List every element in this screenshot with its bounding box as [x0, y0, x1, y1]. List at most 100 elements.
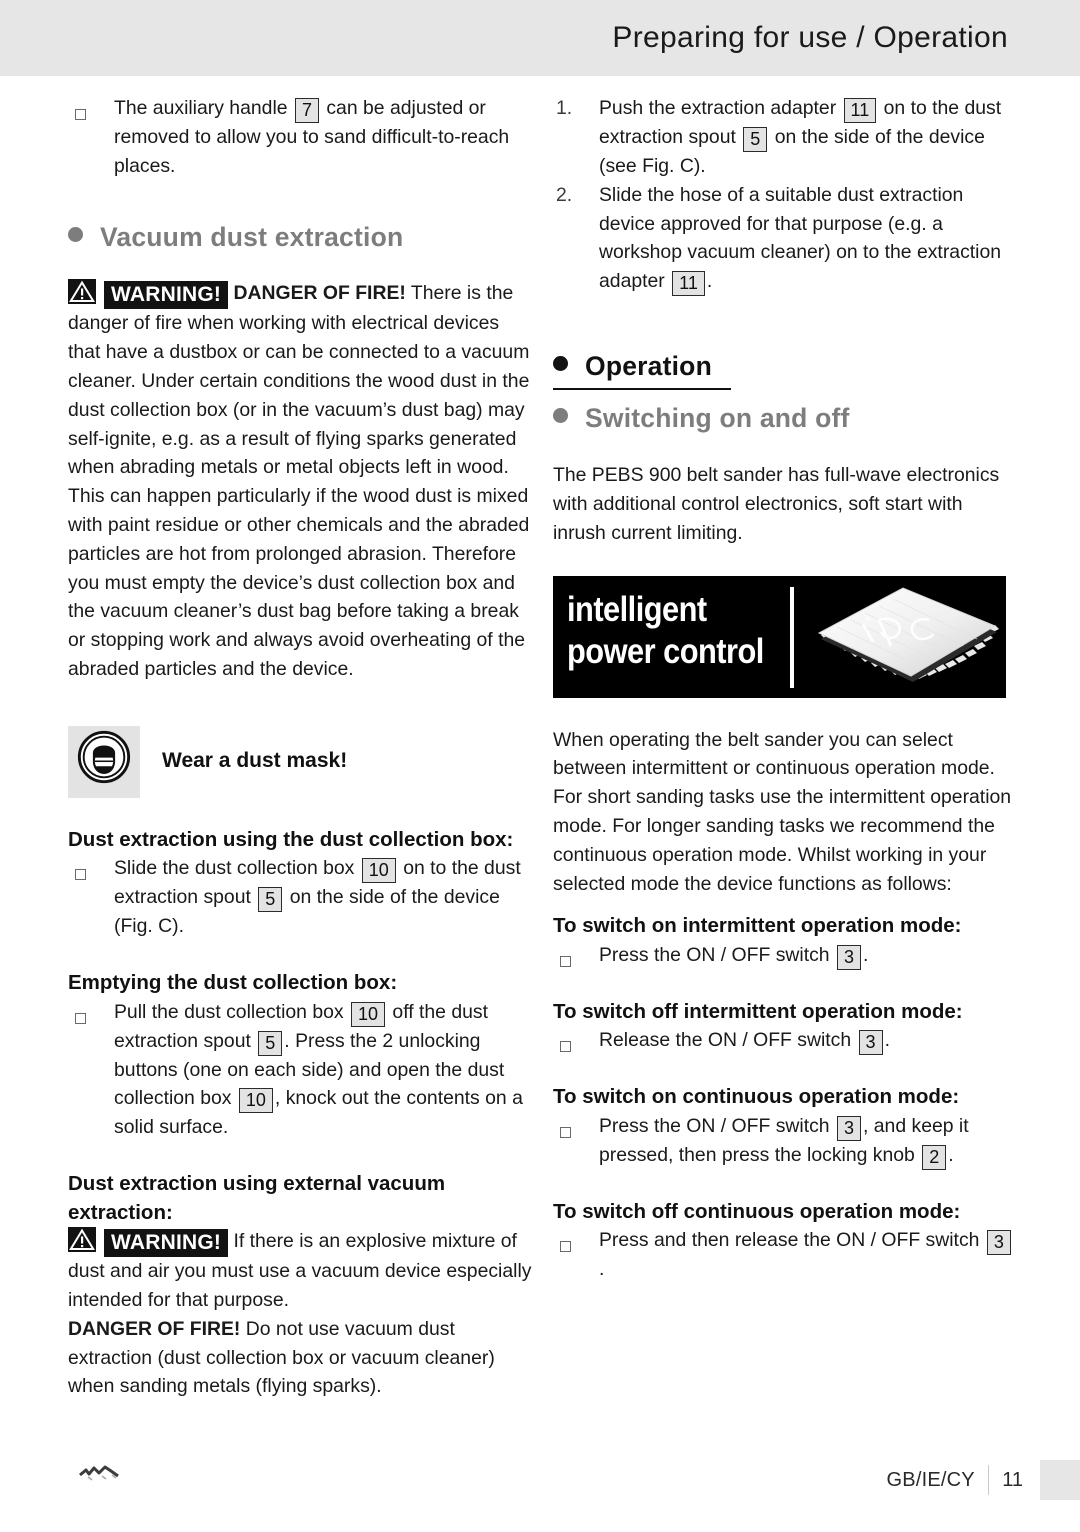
square-bullet-icon	[75, 869, 86, 881]
off-continuous-text-2: .	[599, 1258, 605, 1281]
intelligent-power-control-logo: intelligent power control	[553, 575, 1006, 698]
left-column: The auxiliary handle 7 can be adjusted o…	[68, 94, 533, 1401]
heading-on-continuous: To switch on continuous operation mode:	[553, 1085, 960, 1109]
dust-mask-icon-tile	[68, 725, 140, 798]
square-bullet-marker	[553, 1112, 599, 1141]
ref-box: 3	[858, 1030, 883, 1056]
off-intermittent-text-1: Release the ON / OFF switch	[599, 1029, 852, 1052]
square-bullet-marker	[68, 94, 114, 123]
intro-paragraph: The PEBS 900 belt sander has full-wave e…	[553, 464, 1000, 544]
step1-text-1: Push the extraction adapter	[599, 97, 837, 119]
warning-fire-paragraph: WARNING! DANGER OF FIRE! There is the da…	[68, 279, 533, 683]
square-bullet-marker	[68, 854, 114, 883]
list-item-text: Slide the hose of a suitable dust extrac…	[599, 181, 1018, 297]
footer-right-group: GB/IE/CY 11	[886, 1460, 1080, 1500]
mode-paragraph: When operating the belt sander you can s…	[553, 728, 1012, 895]
ref-box: 10	[238, 1088, 273, 1114]
ref-box: 10	[361, 858, 396, 884]
off-intermittent-text-2: .	[884, 1029, 890, 1052]
list-item: 2. Slide the hose of a suitable dust ext…	[553, 181, 1018, 297]
step2-text-1: Slide the hose of a suitable dust extrac…	[599, 183, 1002, 293]
warning-explosive-paragraph: WARNING! If there is an explosive mixtur…	[68, 1227, 533, 1315]
ref-box: 10	[350, 1001, 386, 1027]
logo-line-2: power control	[567, 631, 764, 671]
square-bullet-marker	[553, 1026, 599, 1055]
ref-box: 3	[836, 944, 861, 970]
on-continuous-text-1: Press the ON / OFF switch	[599, 1114, 830, 1137]
heading-label: Vacuum dust extraction	[100, 221, 404, 252]
on-intermittent-text-2: .	[862, 943, 869, 966]
heading-operation: Operation	[553, 352, 1018, 381]
list-item: The auxiliary handle 7 can be adjusted o…	[68, 94, 533, 181]
dust-mask-label: Wear a dust mask!	[162, 749, 348, 773]
list-item: Press the ON / OFF switch 3.	[553, 941, 1018, 970]
aux-handle-text-1: The auxiliary handle	[114, 97, 288, 119]
list-item-text: Pull the dust collection box 10 off the …	[114, 998, 533, 1143]
list-item-text: Slide the dust collection box 10 on to t…	[114, 854, 533, 941]
square-bullet-icon	[560, 1126, 571, 1138]
square-bullet-icon	[560, 1241, 571, 1253]
ref-box: 2	[922, 1144, 947, 1170]
square-bullet-icon	[560, 1041, 571, 1053]
heading-off-intermittent: To switch off intermittent operation mod…	[553, 999, 963, 1023]
list-item-text: Press and then release the ON / OFF swit…	[599, 1226, 1018, 1284]
on-intermittent-text-1: Press the ON / OFF switch	[599, 943, 830, 966]
bullet-dot-icon	[553, 356, 568, 372]
heading-vacuum-dust-extraction: Vacuum dust extraction	[68, 221, 533, 252]
ref-box: 5	[258, 887, 283, 913]
heading-emptying-box: Emptying the dust collection box:	[68, 971, 398, 995]
list-item: 1. Push the extraction adapter 11 on to …	[553, 94, 1018, 181]
heading-dust-collection-box: Dust extraction using the dust collectio…	[68, 827, 514, 851]
page-body: The auxiliary handle 7 can be adjusted o…	[0, 76, 1080, 1532]
ref-box: 5	[258, 1030, 283, 1056]
dust-mask-pictogram-icon	[75, 728, 133, 795]
heading-external-vacuum: Dust extraction using external vacuum ex…	[68, 1172, 446, 1224]
page-title: Preparing for use / Operation	[612, 21, 1008, 54]
ref-box: 7	[294, 98, 319, 123]
pull-box-text-1: Pull the dust collection box	[114, 1000, 344, 1023]
bullet-dot-icon	[553, 408, 568, 424]
list-item: Slide the dust collection box 10 on to t…	[68, 854, 533, 941]
off-continuous-text-1: Press and then release the ON / OFF swit…	[599, 1229, 980, 1252]
step-marker: 2.	[556, 183, 573, 206]
warning-tag: WARNING!	[104, 1229, 229, 1258]
danger-of-fire-lead: DANGER OF FIRE!	[233, 282, 406, 305]
list-item: Press and then release the ON / OFF swit…	[553, 1226, 1018, 1284]
heading-on-intermittent: To switch on intermittent operation mode…	[553, 914, 962, 938]
footer-divider	[987, 1465, 990, 1495]
footer-page-number: 11	[1002, 1468, 1023, 1491]
footer-locale: GB/IE/CY	[886, 1468, 975, 1491]
list-item: Pull the dust collection box 10 off the …	[68, 998, 533, 1143]
ref-box: 11	[672, 271, 705, 297]
heading-label: Switching on and off	[585, 403, 850, 434]
microchip-icon	[811, 580, 1001, 694]
list-item-text: The auxiliary handle 7 can be adjusted o…	[114, 94, 533, 181]
bullet-dot-icon	[68, 226, 83, 242]
list-item-text: Push the extraction adapter 11 on to the…	[599, 94, 1018, 181]
slide-box-text-1: Slide the dust collection box	[114, 857, 355, 880]
page-footer: GB/IE/CY 11	[0, 1440, 1080, 1532]
step-marker: 1.	[556, 97, 573, 119]
heading-switching-on-off: Switching on and off	[553, 404, 1018, 433]
warning-triangle-icon	[68, 1227, 96, 1253]
warning-triangle-icon	[68, 279, 96, 305]
heading-off-continuous: To switch off continuous operation mode:	[553, 1199, 961, 1223]
square-bullet-icon	[75, 109, 86, 120]
dust-mask-notice: Wear a dust mask!	[68, 725, 533, 798]
heading-label: Operation	[585, 351, 712, 382]
ref-box: 3	[986, 1230, 1011, 1256]
